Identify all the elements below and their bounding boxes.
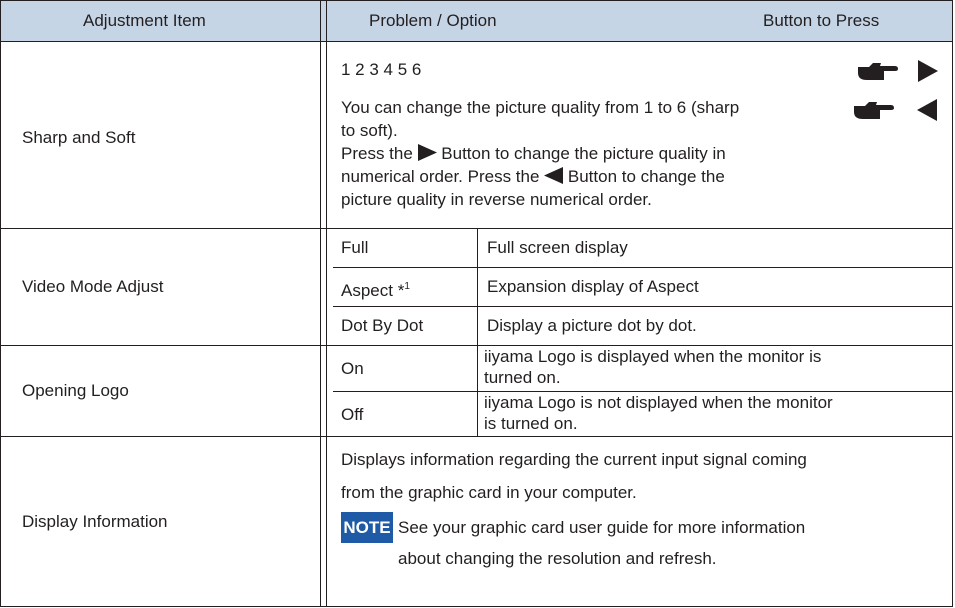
- table-border-left: [0, 0, 1, 607]
- note-badge: NOTE: [341, 512, 393, 543]
- triangle-left-icon: [544, 167, 564, 184]
- table-border-right: [952, 0, 953, 607]
- column-divider: [320, 0, 321, 607]
- option-aspect-desc: Expansion display of Aspect: [487, 277, 699, 296]
- hand-right-icon: [858, 63, 898, 80]
- row-line: [0, 0, 953, 1]
- triangle-right-icon: [918, 60, 938, 82]
- option-dot-by-dot: Dot By Dot: [341, 316, 424, 335]
- option-full: Full: [341, 238, 369, 257]
- option-off: Off: [341, 405, 364, 424]
- option-on-desc: iiyama Logo is displayed when the monito…: [484, 347, 822, 387]
- triangle-left-icon: [917, 99, 937, 121]
- option-off-desc: iiyama Logo is not displayed when the mo…: [484, 393, 833, 433]
- item-video-mode-adjust: Video Mode Adjust: [22, 277, 164, 296]
- row-line: [0, 606, 953, 607]
- sub-column-line: [477, 345, 478, 436]
- sub-row-line: [333, 267, 953, 268]
- sub-row-line: [333, 306, 953, 307]
- triangle-right-icon: [417, 144, 437, 161]
- sharp-description: You can change the picture quality from …: [341, 98, 740, 209]
- item-opening-logo: Opening Logo: [22, 381, 129, 400]
- row-line: [0, 436, 953, 437]
- option-dot-by-dot-desc: Display a picture dot by dot.: [487, 316, 697, 335]
- header-adjustment-item: Adjustment Item: [83, 11, 206, 30]
- option-aspect: Aspect *1: [341, 281, 410, 300]
- header-problem-option: Problem / Option: [369, 11, 497, 30]
- display-info-description: Displays information regarding the curre…: [341, 450, 807, 502]
- hand-right-icon: [854, 102, 894, 119]
- note-text: See your graphic card user guide for mor…: [398, 518, 806, 568]
- row-line: [0, 41, 953, 42]
- item-sharp-and-soft: Sharp and Soft: [22, 128, 136, 147]
- sharp-options: 1 2 3 4 5 6: [341, 60, 422, 79]
- item-display-information: Display Information: [22, 512, 168, 531]
- option-on: On: [341, 359, 364, 378]
- sub-column-line: [477, 228, 478, 345]
- column-divider: [326, 0, 327, 607]
- header-button-to-press: Button to Press: [763, 11, 880, 30]
- option-full-desc: Full screen display: [487, 238, 628, 257]
